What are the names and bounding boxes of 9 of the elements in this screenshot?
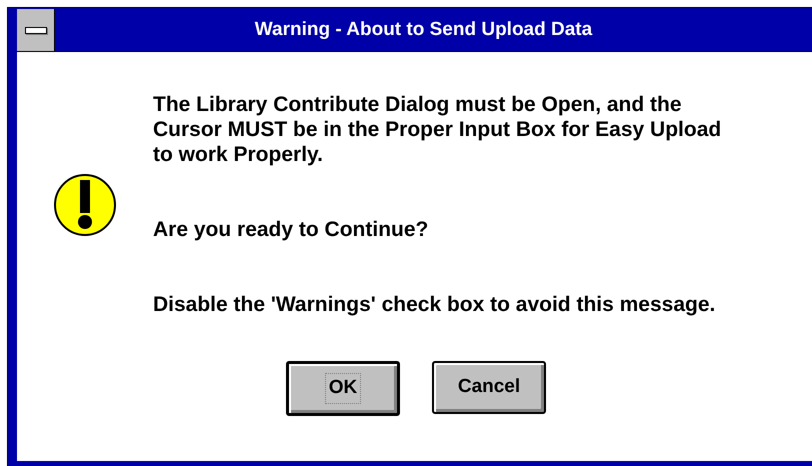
dialog-button[interactable]: OK	[286, 361, 400, 416]
message-text: Disable the 'Warnings' check box to avoid this message.	[153, 292, 716, 317]
message-text: The Library Contribute Dialog must be Open, and the Cursor MUST be in the Proper Input Box for Easy Upload to work Properly.	[153, 92, 722, 167]
window-title: Warning - About to Send Upload Data	[254, 18, 594, 42]
minus-bar-icon	[24, 26, 46, 34]
message-text: Are you ready to Continue?	[153, 217, 430, 242]
system-menu-button[interactable]	[17, 9, 55, 51]
dialog-button[interactable]: Cancel	[432, 361, 546, 414]
exclamation-icon	[53, 172, 117, 236]
